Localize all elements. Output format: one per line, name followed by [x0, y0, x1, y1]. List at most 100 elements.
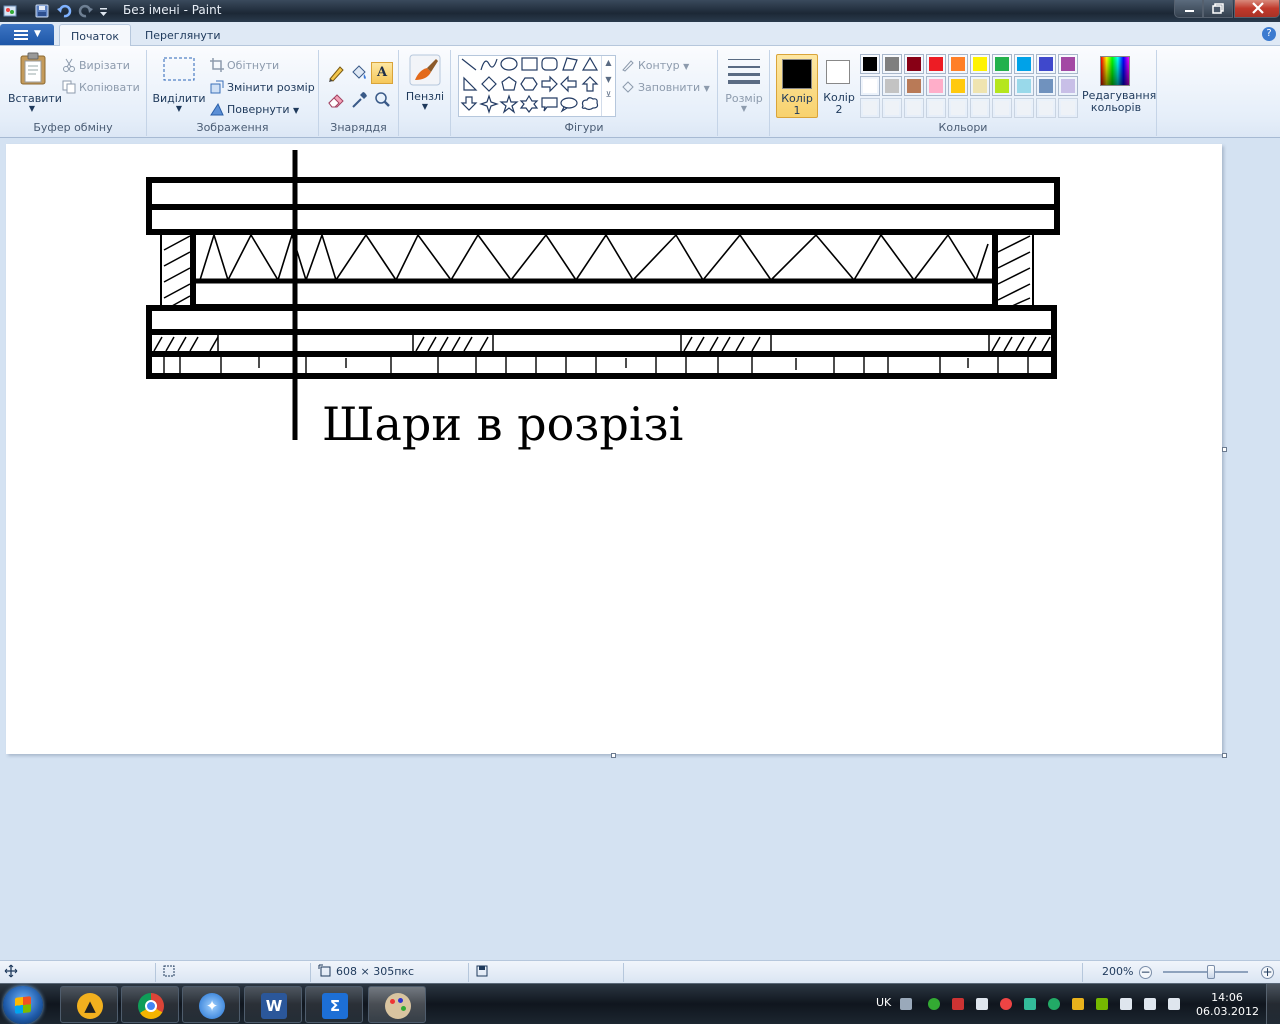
- palette-swatch[interactable]: [882, 76, 902, 96]
- size-button[interactable]: Розмір ▼: [718, 50, 770, 136]
- maximize-button[interactable]: [1203, 0, 1233, 18]
- color1-button[interactable]: Колір 1: [776, 54, 818, 118]
- tab-home[interactable]: Початок: [59, 24, 132, 47]
- help-icon[interactable]: ?: [1262, 27, 1276, 41]
- palette-swatch[interactable]: [970, 54, 990, 74]
- tab-view[interactable]: Переглянути: [134, 24, 231, 47]
- taskbar-app-aimp[interactable]: ▲: [60, 986, 118, 1023]
- paste-button[interactable]: Вставити ▼: [8, 50, 62, 113]
- palette-swatch-empty[interactable]: [992, 98, 1012, 118]
- action-center-flag-icon[interactable]: [1120, 998, 1132, 1010]
- palette-swatch-empty[interactable]: [1014, 98, 1034, 118]
- taskbar-app-mathcad[interactable]: Σ: [305, 986, 363, 1023]
- rotate-button[interactable]: Повернути ▼: [210, 102, 299, 116]
- network-icon[interactable]: [1144, 998, 1156, 1010]
- cut-button[interactable]: Вирізати: [62, 58, 130, 72]
- paint-menu-button[interactable]: ▼: [0, 24, 54, 45]
- palette-swatch-empty[interactable]: [1058, 98, 1078, 118]
- resize-handle-corner[interactable]: [1222, 753, 1227, 758]
- palette-swatch[interactable]: [992, 76, 1012, 96]
- pencil-tool[interactable]: [325, 62, 347, 84]
- palette-swatch[interactable]: [860, 54, 880, 74]
- scroll-up-icon[interactable]: ▲: [602, 58, 615, 67]
- paint-app-icon[interactable]: [2, 3, 18, 19]
- keyboard-icon[interactable]: [900, 998, 912, 1010]
- hexagon-shape-icon: [520, 77, 538, 91]
- zoom-slider-thumb[interactable]: [1207, 965, 1215, 979]
- palette-swatch-empty[interactable]: [970, 98, 990, 118]
- chevron-down-icon: ▼: [175, 104, 183, 113]
- scroll-down-icon[interactable]: ▼: [602, 75, 615, 84]
- taskbar-app-chrome[interactable]: [121, 986, 179, 1023]
- volume-icon[interactable]: [1168, 998, 1180, 1010]
- start-button[interactable]: [3, 986, 43, 1024]
- text-tool[interactable]: A: [371, 62, 393, 84]
- palette-swatch[interactable]: [1014, 54, 1034, 74]
- show-desktop-button[interactable]: [1266, 984, 1280, 1024]
- group-brushes[interactable]: Пензлі ▼: [399, 50, 451, 136]
- redo-icon[interactable]: [78, 3, 94, 19]
- taskbar-app-paint[interactable]: [368, 986, 426, 1023]
- drawing-canvas[interactable]: Шари в розрізі: [6, 144, 1222, 754]
- copy-label: Копіювати: [79, 81, 140, 94]
- palette-swatch[interactable]: [1036, 76, 1056, 96]
- palette-swatch[interactable]: [904, 76, 924, 96]
- color2-button[interactable]: Колір 2: [820, 54, 858, 118]
- palette-swatch[interactable]: [970, 76, 990, 96]
- taskbar-app-word[interactable]: W: [244, 986, 302, 1023]
- tray-app-icon-5[interactable]: [1024, 998, 1036, 1010]
- quick-access-dropdown-icon[interactable]: [98, 3, 114, 19]
- palette-swatch[interactable]: [926, 54, 946, 74]
- palette-swatch-empty[interactable]: [1036, 98, 1056, 118]
- palette-swatch[interactable]: [948, 54, 968, 74]
- zoom-in-button[interactable]: +: [1261, 966, 1274, 979]
- resize-handle-bottom[interactable]: [611, 753, 616, 758]
- tray-app-icon-3[interactable]: [976, 998, 988, 1010]
- palette-swatch[interactable]: [926, 76, 946, 96]
- nvidia-icon[interactable]: [1096, 998, 1108, 1010]
- save-icon[interactable]: [34, 3, 50, 19]
- zoom-out-button[interactable]: −: [1139, 966, 1152, 979]
- zoom-slider-track[interactable]: [1163, 971, 1248, 973]
- edit-colors-button[interactable]: Редагування кольорів: [1082, 52, 1156, 116]
- palette-swatch[interactable]: [1058, 54, 1078, 74]
- tray-app-icon-6[interactable]: [1072, 998, 1084, 1010]
- language-indicator[interactable]: UK: [876, 996, 891, 1009]
- magnifier-tool[interactable]: [371, 89, 393, 111]
- palette-swatch-empty[interactable]: [882, 98, 902, 118]
- close-button[interactable]: [1234, 0, 1280, 18]
- undo-icon[interactable]: [56, 3, 72, 19]
- crop-button[interactable]: Обітнути: [210, 58, 279, 72]
- select-button[interactable]: Виділити ▼: [152, 50, 206, 113]
- palette-swatch[interactable]: [882, 54, 902, 74]
- palette-swatch-empty[interactable]: [860, 98, 880, 118]
- tray-app-icon-4[interactable]: [1000, 998, 1012, 1010]
- tray-app-icon-2[interactable]: [952, 998, 964, 1010]
- palette-swatch-empty[interactable]: [948, 98, 968, 118]
- fill-button[interactable]: Заповнити ▼: [621, 80, 710, 94]
- fill-tool[interactable]: [348, 62, 370, 84]
- palette-swatch-empty[interactable]: [926, 98, 946, 118]
- color-picker-tool[interactable]: [348, 89, 370, 111]
- resize-button[interactable]: Змінити розмір: [210, 80, 315, 94]
- shapes-scroll[interactable]: ▲ ▼ ⊻: [601, 56, 615, 116]
- taskbar-app-safari[interactable]: ✦: [182, 986, 240, 1023]
- resize-handle-right[interactable]: [1222, 447, 1227, 452]
- shapes-gallery[interactable]: ▲ ▼ ⊻: [458, 55, 616, 117]
- palette-swatch-empty[interactable]: [904, 98, 924, 118]
- outline-button[interactable]: Контур ▼: [621, 58, 689, 72]
- palette-swatch[interactable]: [1058, 76, 1078, 96]
- gallery-more-icon[interactable]: ⊻: [602, 90, 615, 99]
- palette-swatch[interactable]: [1036, 54, 1056, 74]
- eraser-tool[interactable]: [325, 89, 347, 111]
- tray-app-icon-1[interactable]: [928, 998, 940, 1010]
- minimize-button[interactable]: [1174, 0, 1203, 18]
- palette-swatch[interactable]: [1014, 76, 1034, 96]
- palette-swatch[interactable]: [860, 76, 880, 96]
- palette-swatch[interactable]: [904, 54, 924, 74]
- clock[interactable]: 14:06 06.03.2012: [1196, 991, 1259, 1019]
- palette-swatch[interactable]: [992, 54, 1012, 74]
- copy-button[interactable]: Копіювати: [62, 80, 140, 94]
- utorrent-icon[interactable]: [1048, 998, 1060, 1010]
- palette-swatch[interactable]: [948, 76, 968, 96]
